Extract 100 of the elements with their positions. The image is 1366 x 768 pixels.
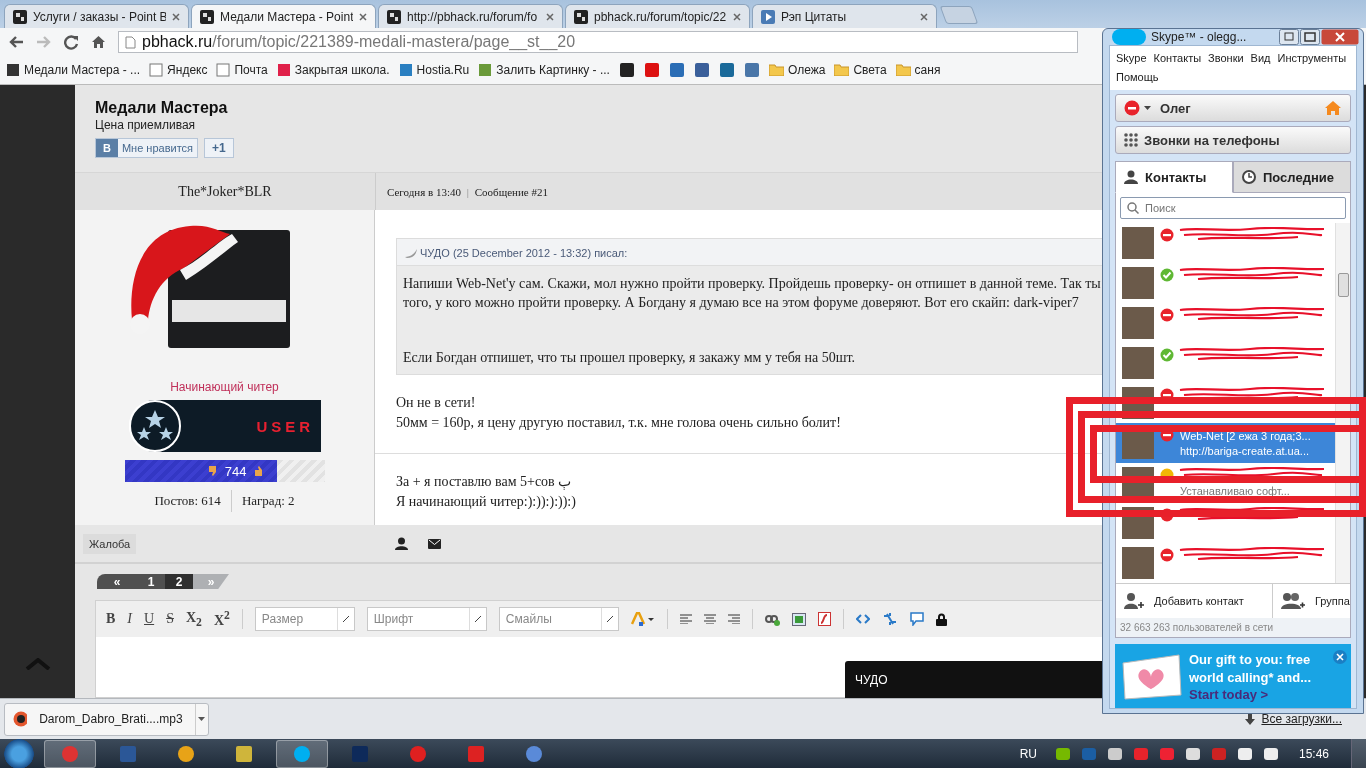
format-button[interactable]: I (127, 611, 132, 627)
download-file-name: Darom_Dabro_Brati....mp3 (39, 712, 183, 726)
thumbs-down-icon[interactable] (206, 465, 219, 477)
lock-icon[interactable] (935, 612, 947, 626)
close-icon[interactable] (920, 12, 928, 21)
mail-icon[interactable] (428, 538, 441, 549)
contacts-tab[interactable]: Контакты (1115, 161, 1233, 193)
bookmark-icon (149, 63, 164, 77)
format-button[interactable]: X$_{2}$ (185, 610, 202, 629)
all-downloads-link[interactable]: Все загрузки... (1261, 712, 1342, 726)
menu-item[interactable]: Помощь (1116, 69, 1159, 86)
skype-logo-icon (1112, 29, 1146, 45)
app-icon (408, 744, 428, 764)
menu-item[interactable]: Инструменты (1277, 50, 1347, 67)
page-link[interactable]: « (97, 574, 137, 589)
app-icon (350, 744, 370, 764)
app-icon (466, 744, 486, 764)
dropdown[interactable]: Смайлы (498, 607, 619, 631)
profile-button[interactable]: Олег (1115, 94, 1351, 122)
back-icon[interactable] (8, 35, 24, 49)
bookmark[interactable]: Медали Мастера - ... (6, 63, 141, 77)
image-icon[interactable] (791, 612, 806, 626)
plus-one-button[interactable]: +1 (204, 138, 234, 158)
close-icon[interactable] (172, 12, 180, 21)
bookmark[interactable]: Закрытая школа. (276, 63, 390, 77)
format-button[interactable]: S (166, 611, 174, 627)
browser-tab[interactable]: Рэп Цитаты (752, 4, 937, 28)
maximize-icon[interactable] (1300, 29, 1320, 45)
format-button[interactable]: U (144, 611, 155, 627)
menu-item[interactable]: Контакты (1153, 50, 1202, 67)
dropdown[interactable]: Размер (254, 607, 355, 631)
address-field[interactable]: pbhack.ru/forum/topic/221389-medali-mastera/page__st__20 (118, 31, 1078, 53)
call-phones-button[interactable]: Звонки на телефоны (1115, 126, 1351, 154)
code-icon[interactable] (855, 614, 870, 624)
like-button[interactable]: В Мне нравится (95, 138, 199, 158)
tray-icon[interactable] (1054, 746, 1071, 762)
ad-text: Our gift to you: free world calling* and... (1189, 650, 1313, 687)
ad-banner[interactable]: Our gift to you: free world calling* and... Start today > (1115, 644, 1351, 708)
bookmark-folder[interactable]: Олежа (768, 63, 826, 77)
dropdown[interactable]: Шрифт (366, 607, 487, 631)
tray-icon[interactable] (1184, 746, 1201, 762)
menu-item[interactable]: Skype (1116, 50, 1147, 67)
language-indicator[interactable]: RU (1019, 747, 1037, 761)
close-icon[interactable] (359, 12, 367, 21)
home-icon[interactable] (91, 35, 106, 49)
post-text: Он не в сети! 50мм = 160р, я цену другую поставил, т.к. мне голова очень сильно болит! (396, 394, 841, 432)
clock-icon (1242, 170, 1256, 184)
browser-tab[interactable]: http://pbhack.ru/forum/fo (378, 4, 563, 28)
contacts-tab[interactable]: Последние (1233, 161, 1351, 193)
bookmark[interactable]: Hostia.Ru (398, 63, 470, 77)
bookmark-folder[interactable]: Света (834, 63, 887, 77)
link-icon[interactable] (764, 612, 780, 626)
bookmark-folder[interactable]: саня (895, 63, 941, 77)
bookmark-icon[interactable] (618, 62, 635, 78)
tab-favicon-icon (574, 9, 588, 24)
align-icon[interactable] (727, 614, 740, 624)
search-field[interactable]: Поиск (1120, 197, 1346, 219)
bookmark[interactable]: Почта (216, 63, 268, 77)
close-icon[interactable] (1321, 29, 1359, 45)
thumbs-up-icon[interactable] (252, 465, 265, 477)
browser-tab[interactable]: Услуги / заказы - Point B (4, 4, 189, 28)
menu-item[interactable]: Вид (1250, 50, 1271, 67)
ad-link[interactable]: Start today > (1189, 686, 1319, 702)
format-button[interactable]: X$^{2}$ (213, 609, 230, 629)
online-count: 32 663 263 пользователей в сети (1116, 618, 1350, 637)
unlink-icon[interactable] (881, 612, 898, 626)
format-button[interactable]: B (106, 611, 116, 627)
profile-icon[interactable] (395, 537, 408, 550)
browser-tab[interactable]: pbhack.ru/forum/topic/22 (565, 4, 750, 28)
close-icon[interactable] (1333, 650, 1347, 664)
compact-view-icon[interactable] (1279, 29, 1299, 45)
page-icon (125, 35, 136, 49)
download-item[interactable]: Darom_Dabro_Brati....mp3 (4, 702, 209, 736)
post-count: Постов: 614 (154, 493, 221, 509)
group-button[interactable]: Группа (1273, 584, 1358, 618)
app-icon (234, 744, 254, 764)
reload-icon[interactable] (64, 34, 79, 50)
flash-icon[interactable] (817, 612, 831, 626)
page-link[interactable]: 1 (137, 574, 165, 589)
bookmark-icon (6, 63, 20, 77)
avatar-placeholder (1122, 267, 1154, 299)
close-icon[interactable] (733, 12, 741, 21)
text-color-icon[interactable] (630, 612, 655, 626)
report-button[interactable]: Жалоба (83, 533, 137, 554)
tray-icon[interactable] (1262, 746, 1279, 762)
close-icon[interactable] (546, 12, 554, 21)
taskbar-app-icon[interactable] (276, 740, 328, 768)
bookmark[interactable]: Залить Картинку - ... (478, 63, 610, 77)
align-icon[interactable] (703, 614, 716, 624)
caret-icon[interactable] (198, 717, 206, 721)
tray-icon[interactable] (1236, 746, 1253, 762)
browser-tab[interactable]: Медали Мастера - Point (191, 4, 376, 28)
contact-mood: Устанавливаю софт... (1180, 484, 1290, 497)
page-link[interactable]: 2 (165, 574, 193, 589)
bookmark[interactable]: Яндекс (149, 63, 208, 77)
bookmark-icon (398, 63, 413, 77)
tray-icon[interactable] (1106, 746, 1123, 762)
align-icon[interactable] (679, 614, 692, 624)
speech-bubble-icon[interactable] (909, 612, 924, 626)
menu-item[interactable]: Звонки (1208, 50, 1244, 67)
